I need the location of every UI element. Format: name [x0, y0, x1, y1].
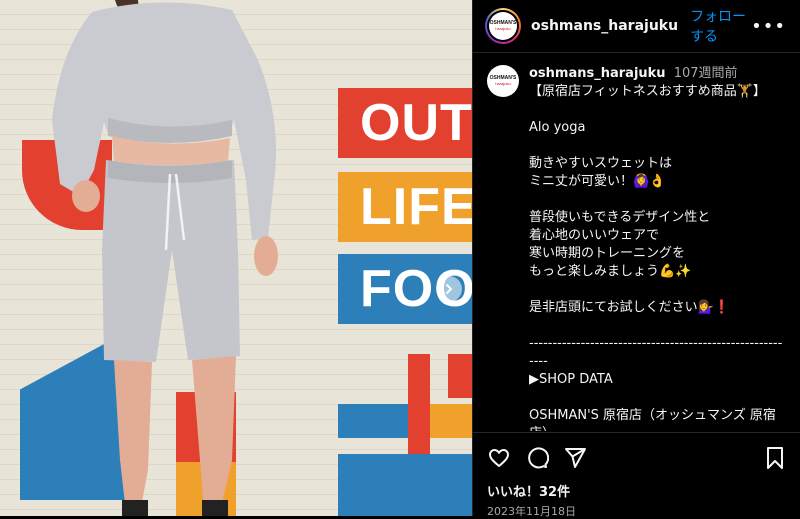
- post-header: OSHMAN'S harajuku oshmans_harajuku フォローす…: [473, 0, 800, 53]
- caption-scroll-area[interactable]: OSHMAN'S harajuku oshmans_harajuku 107週間…: [473, 53, 800, 431]
- caption-timestamp[interactable]: 107週間前: [674, 66, 738, 81]
- comment-icon[interactable]: [525, 446, 549, 470]
- caption-avatar-subtext: harajuku: [495, 81, 511, 86]
- wall-orange-step: [430, 404, 472, 438]
- profile-avatar[interactable]: OSHMAN'S harajuku: [485, 8, 521, 44]
- send-icon[interactable]: [563, 446, 587, 470]
- sign-out: OUT: [338, 88, 472, 158]
- chevron-right-icon: [446, 284, 453, 294]
- carousel-next-button[interactable]: [436, 276, 462, 302]
- caption-username-link[interactable]: oshmans_harajuku: [529, 66, 666, 81]
- caption-row: OSHMAN'S harajuku oshmans_harajuku 107週間…: [487, 65, 786, 431]
- caption-text: 【原宿店フィットネスおすすめ商品🏋️】 Alo yoga 動きやすいスウェットは…: [529, 84, 783, 431]
- avatar-ring-gap: OSHMAN'S harajuku: [487, 10, 519, 42]
- more-options-icon[interactable]: •••: [751, 16, 786, 37]
- wall-blue-step: [338, 404, 408, 438]
- post-date[interactable]: 2023年11月18日: [487, 503, 786, 519]
- sign-text-out: OUT: [360, 94, 472, 152]
- wall-red-bar: [408, 354, 430, 464]
- sign-text-life: LIFE: [360, 178, 472, 236]
- action-icons-row: [487, 445, 786, 471]
- post-actions: いいね！32件 2023年11月18日: [473, 432, 800, 519]
- avatar-logo-subtext: harajuku: [495, 26, 511, 31]
- model-figure: [52, 0, 278, 516]
- caption-body: oshmans_harajuku 107週間前 【原宿店フィットネスおすすめ商品…: [529, 65, 786, 431]
- instagram-post-modal: OUT LIFE FOO OSHMAN'S harajuku oshmans_h…: [0, 0, 800, 519]
- heart-icon[interactable]: [487, 446, 511, 470]
- wall-blue-step-2: [338, 454, 472, 516]
- caption-avatar[interactable]: OSHMAN'S harajuku: [487, 65, 519, 97]
- follow-button[interactable]: フォローする: [690, 6, 751, 46]
- post-side-panel: OSHMAN'S harajuku oshmans_harajuku フォローす…: [472, 0, 800, 519]
- sign-life: LIFE: [338, 172, 472, 242]
- bookmark-icon[interactable]: [764, 446, 786, 470]
- wall-red-bar-2: [448, 354, 472, 398]
- avatar-logo: OSHMAN'S harajuku: [489, 12, 517, 40]
- header-username-link[interactable]: oshmans_harajuku: [531, 18, 678, 34]
- likes-count[interactable]: いいね！32件: [487, 481, 786, 500]
- post-photo[interactable]: OUT LIFE FOO: [0, 0, 472, 516]
